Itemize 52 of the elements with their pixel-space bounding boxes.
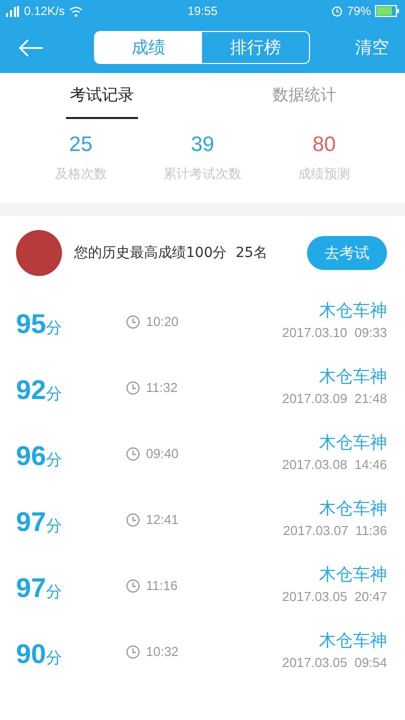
exam-date: 2017.03.07 11:36 xyxy=(283,522,387,538)
duration-text: 10:20 xyxy=(146,314,179,329)
back-arrow-icon xyxy=(18,38,44,56)
clock-icon xyxy=(126,446,140,460)
record-tab[interactable]: 考试记录 xyxy=(66,73,138,119)
segment-tab[interactable]: 排行榜 xyxy=(202,32,309,63)
user-name: 木仓车神 xyxy=(319,300,387,322)
stat-label: 累计考试次数 xyxy=(164,166,242,183)
exam-date: 2017.03.09 21:48 xyxy=(282,390,387,406)
avatar xyxy=(16,230,62,276)
duration-text: 12:41 xyxy=(146,512,179,527)
score-text: 96分 xyxy=(16,440,64,472)
user-name: 木仓车神 xyxy=(319,366,387,388)
stat-value: 25 xyxy=(69,133,93,157)
user-name: 木仓车神 xyxy=(319,498,387,520)
signal-icon xyxy=(6,6,20,16)
start-exam-button[interactable]: 去考试 xyxy=(307,236,387,270)
wifi-icon xyxy=(68,6,83,16)
best-score-text: 您的历史最高成绩100分 25名 xyxy=(74,244,268,262)
clock-icon xyxy=(126,644,140,658)
score-text: 90分 xyxy=(16,638,64,670)
segment-tab[interactable]: 成绩 xyxy=(95,32,202,63)
battery-icon xyxy=(375,5,399,17)
clock-icon xyxy=(126,578,140,592)
duration-text: 10:32 xyxy=(146,644,179,659)
stat-value: 80 xyxy=(312,133,336,157)
network-speed: 0.12K/s xyxy=(24,4,65,18)
user-name: 木仓车神 xyxy=(319,432,387,454)
user-name: 木仓车神 xyxy=(319,630,387,652)
stat-label: 成绩预测 xyxy=(298,166,350,183)
exam-date: 2017.03.05 09:54 xyxy=(282,654,387,670)
score-text: 92分 xyxy=(16,374,64,406)
clock-time: 19:55 xyxy=(187,4,218,18)
record-tab[interactable]: 数据统计 xyxy=(268,73,340,119)
stat-value: 39 xyxy=(190,133,214,157)
duration-text: 11:16 xyxy=(146,578,178,593)
alarm-icon xyxy=(330,5,343,17)
exam-date: 2017.03.08 14:46 xyxy=(282,456,387,472)
score-text: 97分 xyxy=(16,506,64,538)
exam-date: 2017.03.10 09:33 xyxy=(282,324,387,340)
clock-icon xyxy=(126,314,140,328)
battery-percent: 79% xyxy=(346,4,371,18)
exam-date: 2017.03.05 20:47 xyxy=(282,588,387,604)
clock-icon xyxy=(126,380,140,394)
stat-label: 及格次数 xyxy=(54,166,107,183)
score-text: 97分 xyxy=(16,572,64,604)
score-text: 95分 xyxy=(16,308,64,340)
user-name: 木仓车神 xyxy=(319,564,387,586)
clock-icon xyxy=(126,512,140,526)
clear-button[interactable]: 清空 xyxy=(349,36,395,59)
duration-text: 11:32 xyxy=(146,380,178,395)
duration-text: 09:40 xyxy=(146,446,179,461)
